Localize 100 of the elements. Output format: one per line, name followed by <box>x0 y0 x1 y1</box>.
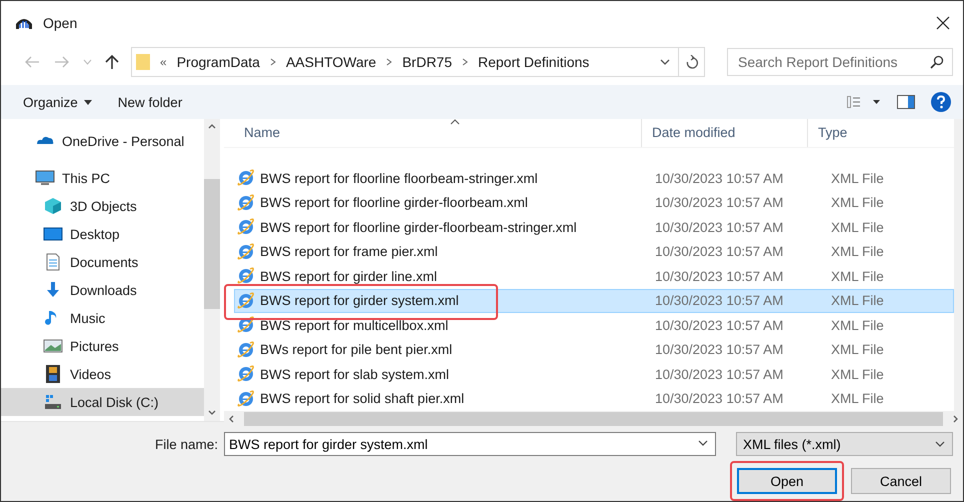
column-header[interactable]: Type <box>808 119 954 147</box>
file-row[interactable]: BWS report for solid shaft pier.xml 10/30/2023 10:57 AM XML File <box>234 386 954 411</box>
file-type: XML File <box>830 391 884 406</box>
cancel-button[interactable]: Cancel <box>851 468 951 494</box>
file-name: BWs report for pile bent pier.xml <box>260 342 452 358</box>
date-modified: 10/30/2023 10:57 AM <box>654 366 784 382</box>
refresh-icon <box>686 55 698 69</box>
browser-file-icon <box>237 292 255 310</box>
breadcrumb-item[interactable]: BrDR75 <box>402 54 452 70</box>
address-bar[interactable]: « ProgramData AASHTOWare BrDR75 Report Definitions <box>131 47 705 77</box>
nav-item[interactable]: OneDrive - Personal <box>1 127 204 155</box>
folder-icon <box>136 53 150 71</box>
date-modified: 10/30/2023 10:57 AM <box>654 170 784 186</box>
file-name: BWS report for slab system.xml <box>260 366 450 382</box>
column-header[interactable]: Date modified <box>642 119 808 147</box>
file-row[interactable]: BWS report for floorline girder-floorbeam.xml 10/30/2023 10:57 AM XML File <box>234 190 954 215</box>
search-field[interactable]: Search Report Definitions <box>727 48 953 76</box>
file-name-input[interactable]: BWS report for girder system.xml <box>225 436 691 452</box>
film-icon <box>43 364 63 384</box>
nav-scrollbar[interactable] <box>204 119 220 421</box>
file-row[interactable]: BWS report for girder line.xml 10/30/2023 10:57 AM XML File <box>234 264 954 288</box>
browser-file-icon <box>237 194 255 212</box>
file-row[interactable]: BWs report for pile bent pier.xml 10/30/2023 10:57 AM XML File <box>234 338 954 362</box>
file-type: XML File <box>830 366 884 382</box>
nav-item[interactable]: 3D Objects <box>1 192 204 220</box>
bridge-icon <box>15 16 33 30</box>
browser-file-icon <box>237 267 255 286</box>
browser-file-icon <box>237 390 255 408</box>
date-modified: 10/30/2023 10:57 AM <box>654 244 784 260</box>
file-row[interactable]: BWS report for floorline floorbeam-stringer.xml 10/30/2023 10:57 AM XML File <box>234 166 954 190</box>
breadcrumb-item[interactable]: ProgramData <box>176 54 260 70</box>
overflow-chevron[interactable]: « <box>160 55 167 69</box>
organize-menu[interactable]: Organize <box>17 90 98 114</box>
search-icon <box>930 55 944 69</box>
file-type: XML File <box>830 318 884 333</box>
date-modified: 10/30/2023 10:57 AM <box>654 293 784 308</box>
file-name: BWS report for girder system.xml <box>260 293 459 308</box>
file-row[interactable]: BWS report for girder system.xml 10/30/2023 10:57 AM XML File <box>234 288 954 313</box>
nav-item[interactable]: This PC <box>1 164 204 192</box>
nav-item[interactable]: Pictures <box>1 332 204 360</box>
sort-icon <box>450 119 460 125</box>
view-options-icon[interactable] <box>847 96 881 108</box>
help-icon[interactable] <box>931 92 951 112</box>
breadcrumb-item[interactable]: Report Definitions <box>478 54 590 70</box>
window-title: Open <box>43 15 78 31</box>
nav-item[interactable]: Desktop <box>1 220 204 248</box>
file-name: BWS report for floorline floorbeam-stringer.xml <box>260 170 538 186</box>
file-type: XML File <box>830 293 884 308</box>
file-row[interactable]: BWS report for slab system.xml 10/30/2023 10:57 AM XML File <box>234 362 954 386</box>
close-icon <box>935 15 951 31</box>
horizontal-scrollbar[interactable] <box>224 411 963 427</box>
caret-icon <box>84 100 92 104</box>
preview-pane-icon[interactable] <box>897 95 915 109</box>
nav-item[interactable]: Videos <box>1 360 204 388</box>
file-name: BWS report for frame pier.xml <box>260 244 438 260</box>
date-modified: 10/30/2023 10:57 AM <box>654 268 784 284</box>
chevron-icon <box>462 58 468 66</box>
chevron-down-icon <box>934 440 946 448</box>
file-name: BWS report for girder line.xml <box>260 268 438 284</box>
column-header[interactable]: Name <box>224 119 642 147</box>
file-name: BWS report for multicellbox.xml <box>260 318 448 333</box>
file-type: XML File <box>830 195 884 210</box>
file-type: XML File <box>830 244 884 260</box>
date-modified: 10/30/2023 10:57 AM <box>654 318 784 333</box>
chevron-icon <box>386 58 392 66</box>
file-row[interactable]: BWS report for multicellbox.xml 10/30/2023 10:57 AM XML File <box>234 313 954 338</box>
file-type-dropdown[interactable]: XML files (*.xml) <box>736 432 953 456</box>
open-button[interactable]: Open <box>737 468 837 494</box>
file-type: XML File <box>830 220 884 235</box>
pc-icon <box>35 168 55 188</box>
file-row[interactable]: BWS report for floorline girder-floorbeam-stringer.xml 10/30/2023 10:57 AM XML File <box>234 215 954 240</box>
date-modified: 10/30/2023 10:57 AM <box>654 342 784 358</box>
file-type: XML File <box>830 170 884 186</box>
file-type: XML File <box>830 268 884 284</box>
file-type: XML File <box>830 342 884 358</box>
breadcrumb-item[interactable]: AASHTOWare <box>286 54 376 70</box>
file-row[interactable]: BWS report for frame pier.xml 10/30/2023 10:57 AM XML File <box>234 240 954 264</box>
file-name: BWS report for floorline girder-floorbeam-stringer.xml <box>260 220 577 235</box>
file-name: BWS report for floorline girder-floorbeam.xml <box>260 195 528 210</box>
nav-item[interactable]: Local Disk (C:) <box>1 388 204 416</box>
chevron-icon <box>270 58 276 66</box>
new-folder-button[interactable]: New folder <box>112 90 188 114</box>
file-name: BWS report for solid shaft pier.xml <box>260 391 464 406</box>
nav-item[interactable]: Music <box>1 304 204 332</box>
file-name-label: File name: <box>154 436 218 452</box>
cube-icon <box>43 196 63 216</box>
browser-file-icon <box>237 169 255 188</box>
chevron-down-icon <box>660 59 670 65</box>
list-scrollbar[interactable] <box>954 119 963 411</box>
date-modified: 10/30/2023 10:57 AM <box>654 195 784 210</box>
browser-file-icon <box>237 340 255 359</box>
browser-file-icon <box>237 365 255 384</box>
nav-item[interactable]: Documents <box>1 248 204 276</box>
nav-item[interactable]: Downloads <box>1 276 204 304</box>
browser-file-icon <box>237 242 255 261</box>
file-name-combobox[interactable]: BWS report for girder system.xml <box>224 432 716 456</box>
disk-icon <box>43 392 63 412</box>
browser-file-icon <box>237 218 255 236</box>
date-modified: 10/30/2023 10:57 AM <box>654 391 784 406</box>
browser-file-icon <box>237 316 255 334</box>
